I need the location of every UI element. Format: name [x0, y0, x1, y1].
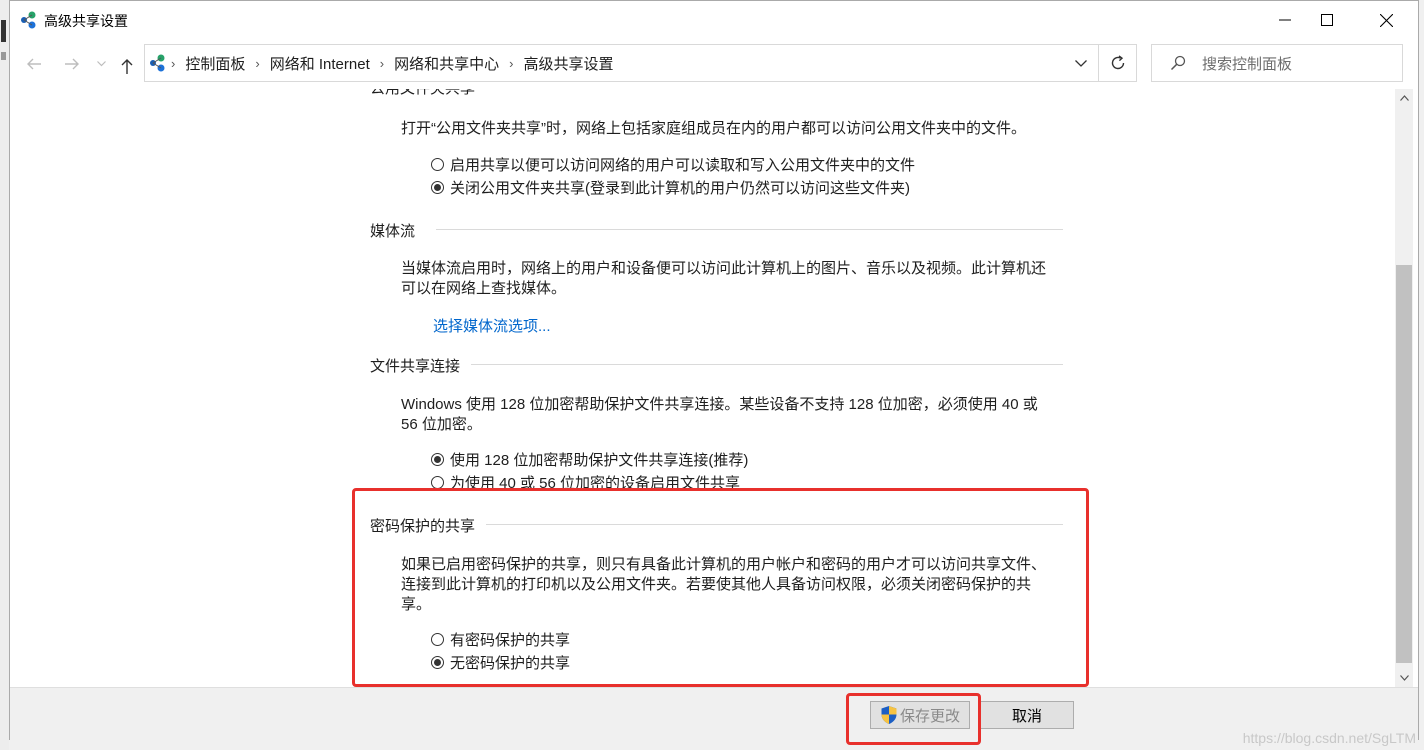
section-divider — [486, 524, 1063, 525]
cancel-button[interactable]: 取消 — [980, 701, 1074, 729]
media-streaming-options-link[interactable]: 选择媒体流选项... — [433, 315, 551, 336]
encryption-option-128[interactable]: 使用 128 位加密帮助保护文件共享连接(推荐) — [431, 449, 748, 469]
maximize-icon — [1321, 14, 1333, 26]
watermark-text: https://blog.csdn.net/SgLTM — [1242, 730, 1416, 746]
radio-button[interactable] — [431, 452, 444, 466]
breadcrumb-advanced-sharing[interactable]: 高级共享设置 — [515, 53, 621, 74]
public-folder-description: 打开“公用文件夹共享”时，网络上包括家庭组成员在内的用户都可以访问公用文件夹中的… — [401, 120, 1026, 137]
network-icon — [150, 54, 165, 72]
radio-button[interactable] — [431, 655, 444, 669]
encryption-description-line-2: 56 位加密。 — [401, 416, 482, 433]
scroll-down-button[interactable] — [1395, 669, 1413, 687]
chevron-down-icon — [96, 61, 106, 67]
chevron-right-icon[interactable]: › — [378, 56, 386, 71]
vertical-scrollbar[interactable] — [1395, 89, 1413, 687]
password-description-line-3: 享。 — [401, 596, 432, 613]
save-changes-button[interactable]: 保存更改 — [870, 701, 970, 729]
window-title: 高级共享设置 — [44, 13, 128, 29]
breadcrumb-control-panel[interactable]: 控制面板 — [177, 53, 253, 74]
radio-button[interactable] — [431, 632, 444, 646]
option-label: 无密码保护的共享 — [450, 654, 571, 672]
search-input[interactable] — [1200, 53, 1394, 75]
scroll-up-button[interactable] — [1395, 89, 1413, 107]
settings-content: 公用文件夹共享 打开“公用文件夹共享”时，网络上包括家庭组成员在内的用户都可以访… — [10, 89, 1395, 687]
section-heading-media: 媒体流 — [370, 223, 416, 240]
recent-locations-button[interactable] — [94, 53, 108, 75]
up-arrow-icon — [121, 58, 133, 74]
chevron-right-icon: › — [171, 55, 176, 71]
encryption-option-40-56[interactable]: 为使用 40 或 56 位加密的设备启用文件共享 — [431, 472, 740, 492]
uac-shield-icon — [881, 706, 897, 724]
option-label: 启用共享以便可以访问网络的用户可以读取和写入公用文件夹中的文件 — [450, 156, 916, 174]
cancel-label: 取消 — [1011, 707, 1042, 725]
up-button[interactable] — [118, 55, 136, 77]
forward-arrow-icon — [65, 58, 79, 70]
public-folder-option-disable[interactable]: 关闭公用文件夹共享(登录到此计算机的用户仍然可以访问这些文件夹) — [431, 177, 910, 197]
title-bar: 高级共享设置 — [10, 1, 1418, 41]
action-bar: 保存更改 取消 — [10, 687, 1418, 741]
control-panel-window: 高级共享设置 › 控制面板 › 网络和 Internet › 网络和共享中心 ›… — [9, 0, 1419, 741]
breadcrumb-network-sharing-center[interactable]: 网络和共享中心 — [386, 53, 507, 74]
refresh-icon — [1111, 55, 1124, 70]
maximize-button[interactable] — [1298, 1, 1356, 39]
section-heading-public-folder: 公用文件夹共享 — [370, 89, 475, 98]
save-label: 保存更改 — [899, 707, 960, 725]
chevron-down-icon — [1075, 59, 1087, 67]
radio-button[interactable] — [431, 180, 444, 194]
minimize-icon — [1279, 19, 1291, 21]
chevron-right-icon[interactable]: › — [507, 56, 515, 71]
close-icon — [1379, 13, 1393, 27]
network-icon — [21, 11, 36, 29]
radio-button[interactable] — [431, 475, 444, 489]
close-button[interactable] — [1357, 1, 1415, 39]
breadcrumb-network-internet[interactable]: 网络和 Internet — [262, 53, 378, 74]
section-heading-password-sharing: 密码保护的共享 — [370, 518, 476, 535]
encryption-description-line-1: Windows 使用 128 位加密帮助保护文件共享连接。某些设备不支持 128… — [401, 396, 1038, 413]
password-option-off[interactable]: 无密码保护的共享 — [431, 652, 570, 672]
radio-button[interactable] — [431, 157, 444, 171]
password-option-on[interactable]: 有密码保护的共享 — [431, 629, 570, 649]
back-button[interactable] — [24, 53, 44, 75]
option-label: 有密码保护的共享 — [450, 631, 571, 649]
section-divider — [436, 229, 1063, 230]
background-glyph — [1, 52, 6, 60]
chevron-right-icon[interactable]: › — [253, 56, 261, 71]
search-box[interactable] — [1151, 44, 1403, 82]
section-heading-file-sharing-connections: 文件共享连接 — [370, 358, 461, 375]
search-icon — [1170, 55, 1186, 71]
public-folder-option-enable[interactable]: 启用共享以便可以访问网络的用户可以读取和写入公用文件夹中的文件 — [431, 154, 915, 174]
breadcrumb: › 控制面板 › 网络和 Internet › 网络和共享中心 › 高级共享设置 — [169, 45, 621, 81]
refresh-button[interactable] — [1099, 44, 1137, 82]
address-history-button[interactable] — [1064, 45, 1098, 81]
address-bar[interactable]: › 控制面板 › 网络和 Internet › 网络和共享中心 › 高级共享设置 — [144, 44, 1099, 82]
option-label: 使用 128 位加密帮助保护文件共享连接(推荐) — [450, 451, 749, 469]
option-label: 关闭公用文件夹共享(登录到此计算机的用户仍然可以访问这些文件夹) — [450, 179, 910, 197]
option-label: 为使用 40 或 56 位加密的设备启用文件共享 — [450, 474, 741, 492]
forward-button[interactable] — [62, 53, 82, 75]
background-glyph — [1, 20, 6, 42]
media-description-line-2: 可以在网络上查找媒体。 — [401, 280, 567, 297]
media-description-line-1: 当媒体流启用时，网络上的用户和设备便可以访问此计算机上的图片、音乐以及视频。此计… — [401, 260, 1047, 277]
password-description-line-1: 如果已启用密码保护的共享，则只有具备此计算机的用户帐户和密码的用户才可以访问共享… — [401, 556, 1047, 573]
back-arrow-icon — [27, 58, 41, 70]
chevron-down-icon — [1399, 675, 1409, 681]
background-window-edge — [0, 0, 9, 750]
scroll-thumb[interactable] — [1396, 265, 1412, 663]
chevron-up-icon — [1399, 95, 1409, 101]
section-divider — [471, 364, 1063, 365]
password-description-line-2: 连接到此计算机的打印机以及公用文件夹。若要使其他人具备访问权限，必须关闭密码保护… — [401, 576, 1032, 593]
